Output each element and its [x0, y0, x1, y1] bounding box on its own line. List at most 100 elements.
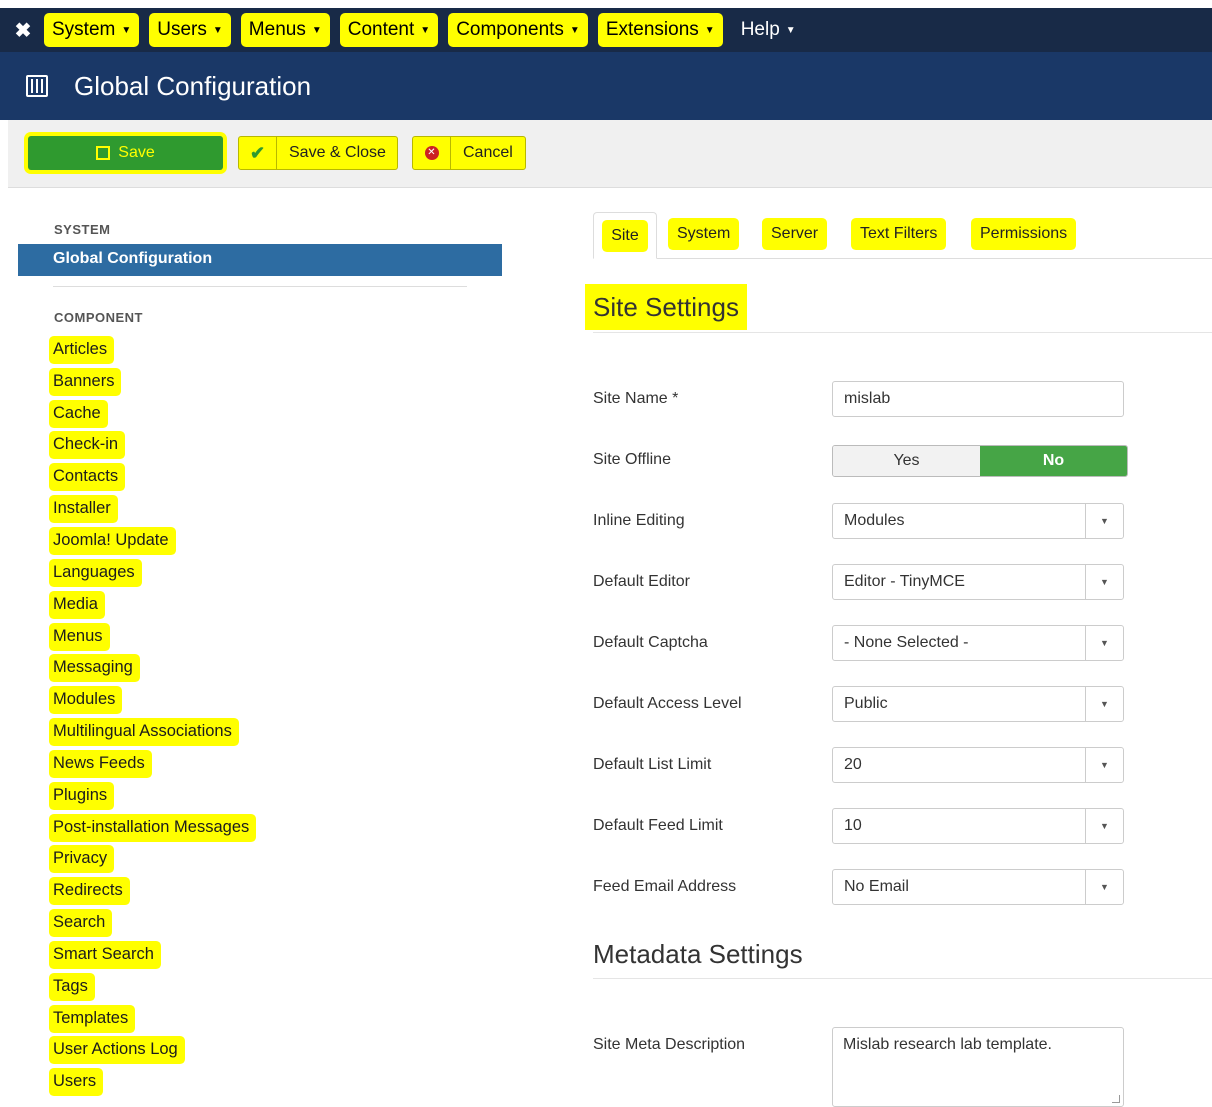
sidebar-item-label: Modules: [52, 689, 120, 712]
save-button[interactable]: Save: [28, 136, 223, 170]
caret-down-icon[interactable]: ▼: [1085, 504, 1123, 538]
joomla-logo-icon[interactable]: ✖: [0, 18, 46, 43]
site-offline-no-button[interactable]: No: [980, 446, 1127, 476]
cancel-button[interactable]: ✕ Cancel: [412, 136, 526, 170]
tab-site-label: Site: [605, 222, 645, 249]
caret-down-icon[interactable]: ▼: [1085, 626, 1123, 660]
sidebar-item-privacy[interactable]: Privacy: [52, 844, 253, 876]
sidebar-item-messaging[interactable]: Messaging: [52, 652, 253, 684]
site-meta-description-textarea[interactable]: Mislab research lab template.: [832, 1027, 1124, 1107]
sidebar-item-label: Media: [52, 593, 102, 616]
sidebar-item-user-actions-log[interactable]: User Actions Log: [52, 1035, 253, 1067]
tab-permissions-label: Permissions: [974, 221, 1074, 247]
caret-down-icon: ▼: [569, 24, 580, 36]
sidebar-item-media[interactable]: Media: [52, 589, 253, 621]
nav-system-label: System: [52, 19, 116, 40]
caret-down-icon[interactable]: ▼: [1085, 748, 1123, 782]
toolbar: Save ✔ Save & Close ✕ Cancel: [8, 120, 1212, 188]
caret-down-icon[interactable]: ▼: [1085, 687, 1123, 721]
sidebar-item-smart-search[interactable]: Smart Search: [52, 939, 253, 971]
site-offline-toggle: Yes No: [832, 445, 1128, 477]
sidebar-item-search[interactable]: Search: [52, 907, 253, 939]
sidebar-item-label: Languages: [52, 561, 139, 584]
default-access-label: Default Access Level: [593, 695, 742, 712]
site-settings-heading: Site Settings: [593, 292, 739, 323]
sidebar-item-articles[interactable]: Articles: [52, 334, 253, 366]
site-offline-yes-button[interactable]: Yes: [833, 446, 980, 476]
sidebar-item-contacts[interactable]: Contacts: [52, 461, 253, 493]
checkmark-icon: ✔: [239, 137, 277, 169]
caret-down-icon[interactable]: ▼: [1085, 809, 1123, 843]
caret-down-icon: ▼: [121, 24, 132, 36]
section-divider: [593, 332, 1212, 333]
nav-users-label: Users: [157, 19, 207, 40]
sidebar-item-news-feeds[interactable]: News Feeds: [52, 748, 253, 780]
caret-down-icon: ▼: [704, 24, 715, 36]
default-feed-limit-label: Default Feed Limit: [593, 817, 723, 834]
tab-system-label: System: [671, 221, 737, 247]
default-access-select[interactable]: Public ▼: [832, 686, 1124, 722]
site-name-input[interactable]: mislab: [832, 381, 1124, 417]
site-meta-description-label: Site Meta Description: [593, 1036, 746, 1053]
nav-menus[interactable]: Menus ▼: [242, 15, 328, 45]
nav-users[interactable]: Users ▼: [151, 15, 229, 45]
tab-site[interactable]: Site: [593, 212, 657, 259]
sidebar-item-languages[interactable]: Languages: [52, 557, 253, 589]
save-close-label: Save & Close: [289, 144, 386, 161]
sidebar-item-multilingual-associations[interactable]: Multilingual Associations: [52, 716, 253, 748]
sidebar-item-installer[interactable]: Installer: [52, 493, 253, 525]
sidebar-item-plugins[interactable]: Plugins: [52, 780, 253, 812]
tab-text-filters[interactable]: Text Filters: [854, 218, 944, 250]
tab-permissions[interactable]: Permissions: [974, 218, 1074, 250]
section-divider: [593, 978, 1212, 979]
tab-server-label: Server: [765, 221, 825, 247]
cancel-icon: ✕: [413, 137, 451, 169]
nav-components[interactable]: Components ▼: [450, 15, 586, 45]
sidebar-item-tags[interactable]: Tags: [52, 971, 253, 1003]
sidebar-item-global-configuration[interactable]: Global Configuration: [18, 244, 502, 276]
inline-editing-label: Inline Editing: [593, 512, 685, 529]
feed-email-select[interactable]: No Email ▼: [832, 869, 1124, 905]
inline-editing-value: Modules: [844, 512, 905, 529]
nav-extensions[interactable]: Extensions ▼: [599, 15, 721, 45]
resize-grip-icon[interactable]: [1112, 1095, 1120, 1103]
sidebar-item-redirects[interactable]: Redirects: [52, 875, 253, 907]
tab-server[interactable]: Server: [765, 218, 825, 250]
sidebar-item-cache[interactable]: Cache: [52, 398, 253, 430]
sidebar-item-check-in[interactable]: Check-in: [52, 430, 253, 462]
top-navbar: ✖ System ▼ Users ▼ Menus ▼ Content ▼ Compone…: [0, 8, 1212, 52]
sidebar-item-banners[interactable]: Banners: [52, 366, 253, 398]
tab-system[interactable]: System: [671, 218, 737, 250]
nav-extensions-label: Extensions: [605, 19, 699, 40]
save-close-button[interactable]: ✔ Save & Close: [238, 136, 398, 170]
nav-system[interactable]: System ▼: [46, 15, 138, 45]
default-feed-limit-select[interactable]: 10 ▼: [832, 808, 1124, 844]
nav-help-label: Help: [740, 19, 780, 40]
title-bar: Global Configuration: [0, 52, 1212, 120]
caret-down-icon[interactable]: ▼: [1085, 870, 1123, 904]
nav-components-label: Components: [456, 19, 564, 40]
default-editor-value: Editor - TinyMCE: [844, 573, 965, 590]
sidebar-item-menus[interactable]: Menus: [52, 621, 253, 653]
sidebar-item-label: Smart Search: [52, 943, 158, 966]
sidebar-item-post-installation-messages[interactable]: Post-installation Messages: [52, 812, 254, 844]
sidebar-item-joomla-update[interactable]: Joomla! Update: [52, 525, 253, 557]
nav-help[interactable]: Help ▼: [735, 15, 802, 45]
caret-down-icon[interactable]: ▼: [1085, 565, 1123, 599]
default-captcha-select[interactable]: - None Selected - ▼: [832, 625, 1124, 661]
nav-content[interactable]: Content ▼: [341, 15, 437, 45]
sidebar-item-label: Users: [52, 1071, 101, 1094]
default-editor-select[interactable]: Editor - TinyMCE ▼: [832, 564, 1124, 600]
sidebar-item-label: Check-in: [52, 434, 123, 457]
sidebar-item-label: Messaging: [52, 657, 137, 680]
sidebar-item-users[interactable]: Users: [52, 1066, 253, 1098]
sidebar-heading-system: SYSTEM: [54, 222, 111, 237]
inline-editing-select[interactable]: Modules ▼: [832, 503, 1124, 539]
default-list-limit-value: 20: [844, 756, 862, 773]
nav-content-label: Content: [347, 19, 415, 40]
caret-down-icon: ▼: [420, 24, 431, 36]
sidebar-item-modules[interactable]: Modules: [52, 684, 253, 716]
sidebar-item-templates[interactable]: Templates: [52, 1003, 253, 1035]
default-list-limit-select[interactable]: 20 ▼: [832, 747, 1124, 783]
default-list-limit-label: Default List Limit: [593, 756, 712, 773]
